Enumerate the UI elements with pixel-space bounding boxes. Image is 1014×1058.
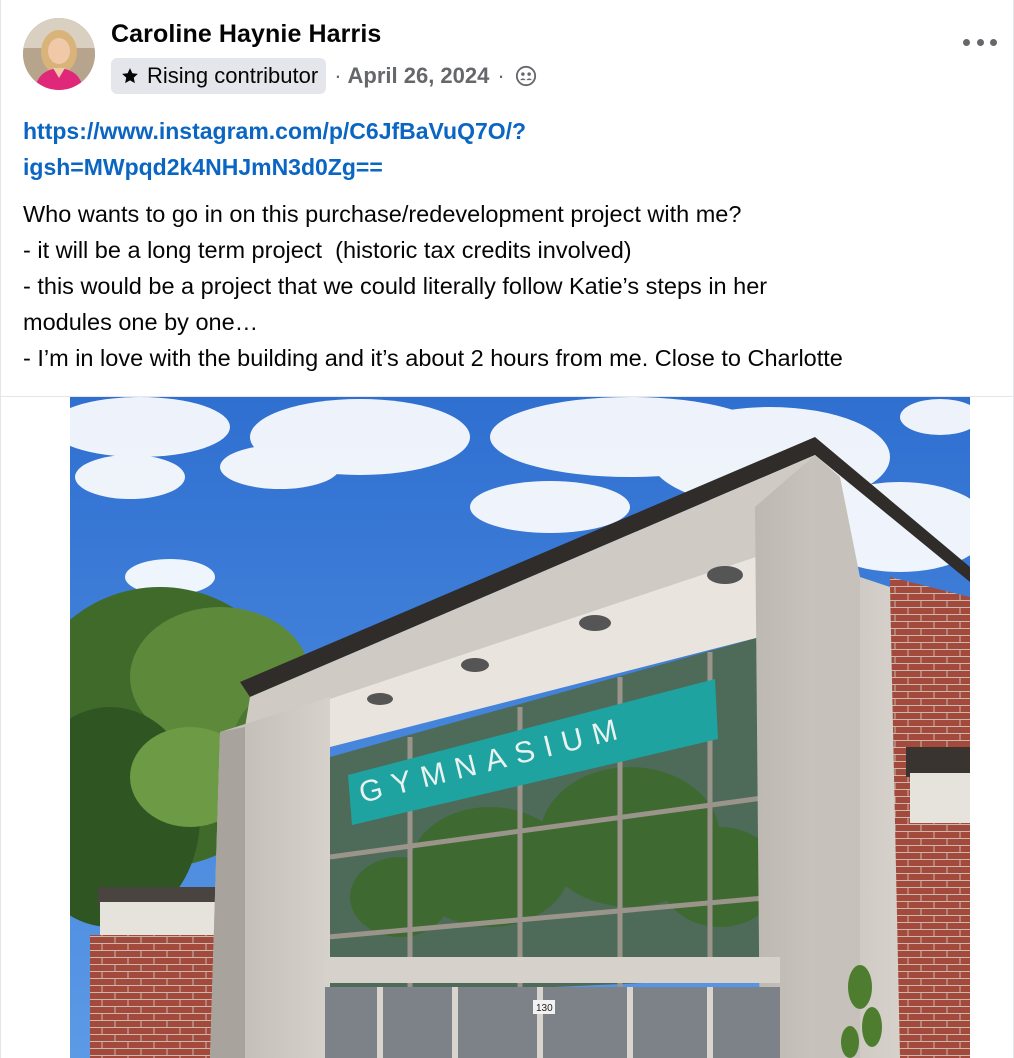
- avatar-photo: [23, 18, 95, 90]
- post-meta: Rising contributor · April 26, 2024 ·: [111, 58, 537, 94]
- instagram-link[interactable]: https://www.instagram.com/p/C6JfBaVuQ7O/…: [23, 113, 723, 185]
- door-number: 130: [536, 1003, 553, 1014]
- post-photo[interactable]: GYMNASIUM 130: [70, 397, 970, 1058]
- group-privacy-icon[interactable]: [515, 65, 537, 87]
- author-avatar[interactable]: [23, 18, 95, 90]
- separator-dot: ·: [497, 63, 505, 88]
- gymnasium-photo: GYMNASIUM 130: [70, 397, 970, 1058]
- badge-label: Rising contributor: [147, 63, 319, 88]
- link-line-2: igsh=MWpqd2k4NHJmN3d0Zg==: [23, 154, 383, 180]
- contributor-badge[interactable]: Rising contributor: [111, 58, 327, 94]
- post-line: Who wants to go in on this purchase/rede…: [23, 201, 742, 227]
- post-date[interactable]: April 26, 2024: [348, 63, 490, 89]
- post-body: Who wants to go in on this purchase/rede…: [23, 196, 1013, 376]
- people-icon: [515, 65, 536, 87]
- post-line: modules one by one…: [23, 309, 259, 335]
- separator-dot: ·: [334, 63, 342, 88]
- author-name[interactable]: Caroline Haynie Harris: [111, 20, 381, 49]
- more-options-icon[interactable]: [963, 32, 997, 52]
- post-line: - this would be a project that we could …: [23, 273, 768, 299]
- post-card: Caroline Haynie Harris Rising contributo…: [0, 0, 1014, 1058]
- star-icon: [122, 68, 138, 84]
- post-line: - I’m in love with the building and it’s…: [23, 345, 843, 371]
- link-line-1: https://www.instagram.com/p/C6JfBaVuQ7O/…: [23, 118, 527, 144]
- post-line: - it will be a long term project (histor…: [23, 237, 632, 263]
